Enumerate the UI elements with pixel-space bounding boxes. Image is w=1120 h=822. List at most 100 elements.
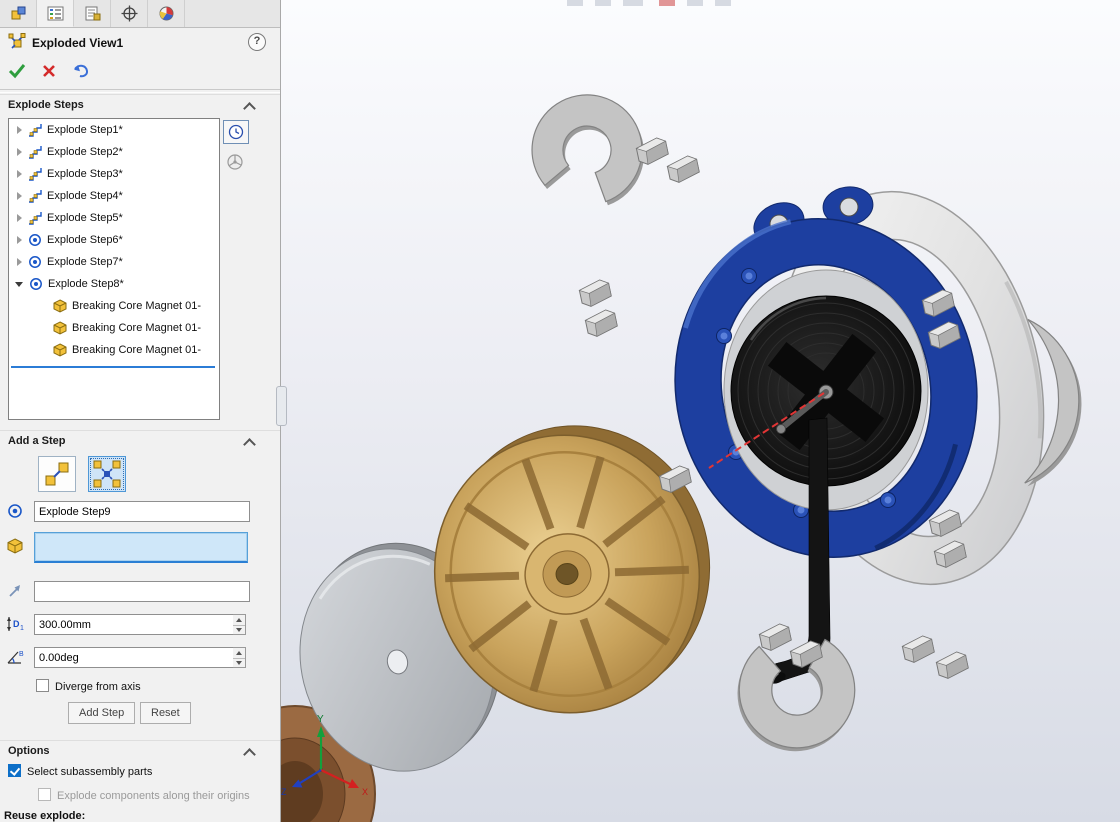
animation-button[interactable] [225, 152, 245, 172]
linear-step-icon [28, 145, 42, 159]
explode-steps-header[interactable]: Explode Steps [0, 94, 280, 115]
command-actions [6, 60, 92, 82]
help-icon[interactable]: ? [248, 33, 266, 51]
linear-step-icon [28, 167, 42, 181]
graphics-viewport[interactable]: Y X Z [281, 0, 1120, 822]
spin-up-icon[interactable] [233, 615, 245, 626]
step-name-input[interactable] [34, 501, 250, 522]
explode-origins-row: Explode components along their origins [38, 788, 250, 802]
ok-button[interactable] [6, 61, 28, 81]
regular-step-icon [44, 461, 70, 487]
insertion-indicator [11, 366, 215, 368]
triad-x-label: X [362, 787, 368, 797]
panel-splitter-handle[interactable] [276, 386, 287, 426]
tree-item-label: Breaking Core Magnet 01- [72, 300, 201, 312]
tree-item-magnet-1[interactable]: Breaking Core Magnet 01- [9, 295, 219, 317]
triangle-down-icon[interactable] [15, 282, 23, 287]
part-icon [53, 343, 67, 357]
triangle-right-icon[interactable] [17, 170, 22, 178]
feature-manager-tab-icon [47, 5, 64, 22]
tree-item-label: Breaking Core Magnet 01- [72, 322, 201, 334]
triangle-right-icon[interactable] [17, 126, 22, 134]
triangle-right-icon[interactable] [17, 258, 22, 266]
tree-item-step2[interactable]: Explode Step2* [9, 141, 219, 163]
triangle-right-icon[interactable] [17, 236, 22, 244]
triad-y-label: Y [317, 714, 324, 725]
explode-distance-icon: D 1 [5, 614, 25, 634]
rotation-angle-input[interactable] [34, 647, 234, 668]
explode-distance-input[interactable] [34, 614, 234, 635]
spin-down-icon[interactable] [233, 659, 245, 669]
chevron-up-icon [243, 438, 256, 451]
svg-text:1: 1 [20, 625, 24, 632]
select-subassembly-checkbox[interactable] [8, 764, 21, 777]
tab-display-manager[interactable] [148, 0, 185, 27]
direction-icon [5, 581, 25, 601]
reset-button[interactable]: Reset [140, 702, 191, 724]
configurations-tab-icon [121, 5, 138, 22]
spin-up-icon[interactable] [233, 648, 245, 659]
exploded-view-icon [8, 33, 26, 54]
tree-item-label: Explode Step3* [47, 168, 123, 180]
reuse-explode-label: Reuse explode: [4, 810, 85, 822]
close-icon [42, 64, 56, 78]
svg-text:D: D [13, 619, 20, 629]
undo-button[interactable] [70, 61, 92, 81]
tree-item-step7[interactable]: Explode Step7* [9, 251, 219, 273]
part-icon [53, 321, 67, 335]
solidworks-window: Exploded View1 ? [0, 0, 1120, 822]
linear-step-icon [28, 189, 42, 203]
triad-z-label: Z [281, 787, 287, 797]
add-a-step-header[interactable]: Add a Step [0, 430, 280, 451]
triangle-right-icon[interactable] [17, 148, 22, 156]
chevron-up-icon [243, 748, 256, 761]
rotate-parts-icon [226, 153, 244, 171]
tab-property-manager[interactable] [74, 0, 111, 27]
triangle-right-icon[interactable] [17, 214, 22, 222]
tree-item-step3[interactable]: Explode Step3* [9, 163, 219, 185]
tree-item-step8[interactable]: Explode Step8* [9, 273, 219, 295]
add-a-step-title: Add a Step [8, 435, 65, 447]
exploded-assembly-scene[interactable]: Y X Z [281, 0, 1120, 822]
angle-spinner[interactable] [233, 647, 246, 668]
radial-step-button[interactable] [88, 456, 126, 492]
part-icon [53, 299, 67, 313]
triangle-right-icon[interactable] [17, 192, 22, 200]
tree-item-magnet-2[interactable]: Breaking Core Magnet 01- [9, 317, 219, 339]
display-manager-tab-icon [158, 5, 175, 22]
linear-step-icon [28, 211, 42, 225]
tab-configurations[interactable] [111, 0, 148, 27]
radial-step-icon [28, 233, 42, 247]
tree-item-magnet-3[interactable]: Breaking Core Magnet 01- [9, 339, 219, 361]
tree-item-step5[interactable]: Explode Step5* [9, 207, 219, 229]
tab-assembly[interactable] [0, 0, 37, 27]
spin-down-icon[interactable] [233, 626, 245, 636]
distance-spinner[interactable] [233, 614, 246, 635]
cropped-toolbar-fragment [567, 0, 731, 6]
radial-step-icon [28, 255, 42, 269]
tab-feature-manager[interactable] [37, 0, 74, 27]
explode-steps-tree[interactable]: Explode Step1* Explode Step2* Explode St… [8, 118, 220, 420]
options-title: Options [8, 745, 50, 757]
options-header[interactable]: Options [0, 740, 280, 761]
components-selection-box[interactable] [34, 532, 248, 563]
cancel-button[interactable] [38, 61, 60, 81]
diverge-from-axis-checkbox[interactable] [36, 679, 49, 692]
step-name-icon [5, 501, 25, 521]
tree-item-step6[interactable]: Explode Step6* [9, 229, 219, 251]
add-step-button[interactable]: Add Step [68, 702, 135, 724]
tree-item-label: Explode Step8* [48, 278, 124, 290]
explode-origins-checkbox[interactable] [38, 788, 51, 801]
tree-item-label: Explode Step2* [47, 146, 123, 158]
history-button[interactable] [223, 120, 249, 144]
tree-item-label: Breaking Core Magnet 01- [72, 344, 201, 356]
radial-step-icon [93, 460, 121, 488]
tree-item-step4[interactable]: Explode Step4* [9, 185, 219, 207]
property-manager-tab-icon [84, 5, 101, 22]
tree-item-step1[interactable]: Explode Step1* [9, 119, 219, 141]
chevron-up-icon [243, 102, 256, 115]
direction-input[interactable] [34, 581, 250, 602]
regular-step-button[interactable] [38, 456, 76, 492]
explode-steps-title: Explode Steps [8, 99, 84, 111]
part-spring-plate-top[interactable] [521, 83, 657, 212]
